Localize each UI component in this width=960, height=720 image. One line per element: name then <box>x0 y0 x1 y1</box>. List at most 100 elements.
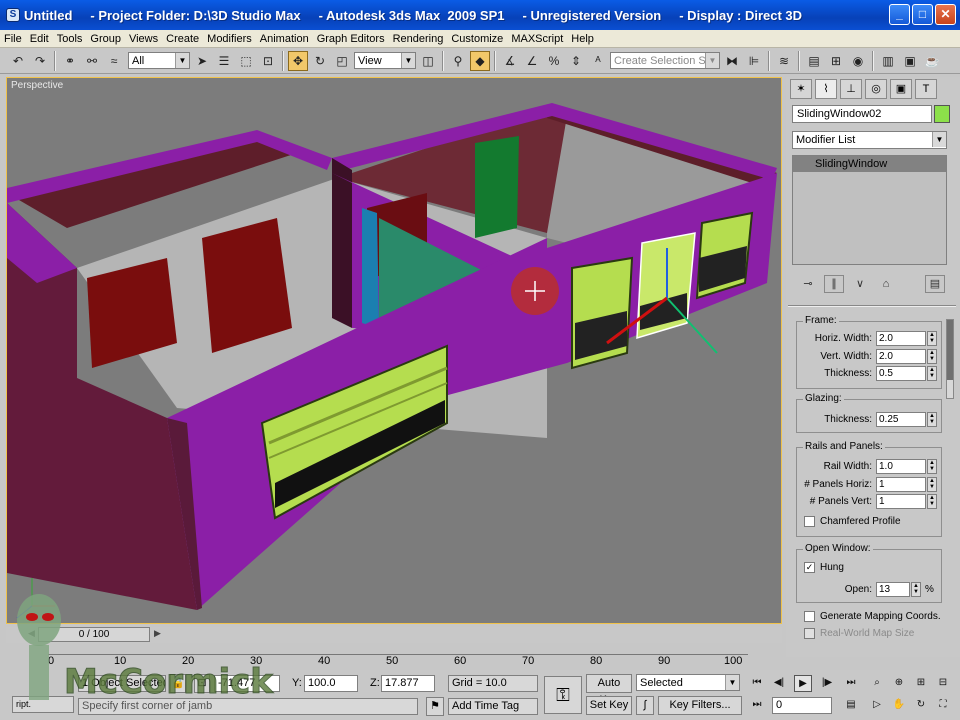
play-icon[interactable]: ▶ <box>794 675 812 692</box>
zoom-extents-icon[interactable]: ⊞ <box>912 675 930 692</box>
orbit-icon[interactable]: ↻ <box>912 697 930 714</box>
maximize-viewport-icon[interactable]: ⛶ <box>934 697 952 714</box>
key-mode-toggle-icon[interactable]: ⏭ <box>748 697 766 714</box>
gen-mapping-checkbox[interactable] <box>804 611 815 622</box>
snaps-toggle-icon[interactable]: ∡ <box>500 51 520 71</box>
app-icon[interactable]: S <box>6 8 20 22</box>
time-tag-icon[interactable]: ⚑ <box>426 697 444 716</box>
material-editor-icon[interactable]: ◉ <box>848 51 868 71</box>
pin-stack-icon[interactable]: ⊸ <box>798 275 818 293</box>
menu-tools[interactable]: Tools <box>57 33 83 45</box>
layer-manager-icon[interactable]: ≋ <box>774 51 794 71</box>
maximize-button[interactable]: □ <box>912 4 933 25</box>
absolute-mode-icon[interactable]: ⊡ <box>194 674 210 693</box>
add-time-tag[interactable]: Add Time Tag <box>448 698 538 715</box>
panel-scrollbar-thumb[interactable] <box>947 320 953 380</box>
spinner-arrows-icon[interactable]: ▲ ▼ <box>927 366 937 381</box>
modify-tab-icon[interactable]: ⌇ <box>815 79 837 99</box>
motion-tab-icon[interactable]: ◎ <box>865 79 887 99</box>
menu-help[interactable]: Help <box>571 33 594 45</box>
configure-modifier-sets-icon[interactable]: ▤ <box>925 275 945 293</box>
utilities-tab-icon[interactable]: T <box>915 79 937 99</box>
go-to-end-icon[interactable]: ⏭ <box>842 675 860 692</box>
spinner-arrows-icon[interactable]: ▲ ▼ <box>927 349 937 364</box>
go-to-start-icon[interactable]: ⏮ <box>748 675 766 692</box>
frame-thickness-spinner[interactable]: 0.5 <box>876 366 926 381</box>
lock-selection-icon[interactable]: 🔒 <box>170 674 186 693</box>
schematic-view-icon[interactable]: ⊞ <box>826 51 846 71</box>
select-and-scale-icon[interactable]: ◰ <box>332 51 352 71</box>
horiz-width-spinner[interactable]: 2.0 <box>876 331 926 346</box>
select-and-link-icon[interactable]: ⚭ <box>60 51 80 71</box>
set-key-button[interactable]: Set Key <box>586 696 632 715</box>
zoom-extents-all-icon[interactable]: ⊟ <box>934 675 952 692</box>
create-tab-icon[interactable]: ✶ <box>790 79 812 99</box>
reference-coordinate-dropdown[interactable]: View ▼ <box>354 52 416 69</box>
time-slider[interactable]: 0 / 100 <box>38 627 150 642</box>
panels-vert-spinner[interactable]: 1 <box>876 494 926 509</box>
track-bar[interactable]: 0 10 20 30 40 50 60 70 80 90 100 <box>48 654 748 668</box>
z-coordinate[interactable]: 17.877 <box>381 675 435 692</box>
hung-row[interactable]: ✓ Hung <box>804 562 844 573</box>
prev-frame-arrow-icon[interactable]: ◀ <box>28 628 35 639</box>
spinner-arrows-icon[interactable]: ▲ ▼ <box>911 582 921 597</box>
open-spinner[interactable]: 13 <box>876 582 910 597</box>
menu-edit[interactable]: Edit <box>30 33 49 45</box>
menu-modifiers[interactable]: Modifiers <box>207 33 252 45</box>
key-filters-button[interactable]: Key Filters... <box>658 696 742 715</box>
auto-key-button[interactable]: Auto Key <box>586 674 632 706</box>
maxscript-listener[interactable]: ript. <box>12 696 74 713</box>
modifier-stack[interactable]: SlidingWindow <box>792 155 947 265</box>
field-of-view-icon[interactable]: ▷ <box>868 697 886 714</box>
spinner-snap-icon[interactable]: ⇕ <box>566 51 586 71</box>
rail-width-spinner[interactable]: 1.0 <box>876 459 926 474</box>
spinner-arrows-icon[interactable]: ▲ ▼ <box>927 331 937 346</box>
glazing-thickness-spinner[interactable]: 0.25 <box>876 412 926 427</box>
spinner-arrows-icon[interactable]: ▲ ▼ <box>927 412 937 427</box>
redo-icon[interactable]: ↷ <box>30 51 50 71</box>
render-setup-icon[interactable]: ▥ <box>878 51 898 71</box>
keyboard-shortcut-override-icon[interactable]: ◆ <box>470 50 490 71</box>
make-unique-icon[interactable]: ∨ <box>850 275 870 293</box>
curve-editor-icon[interactable]: ▤ <box>804 51 824 71</box>
hung-checkbox[interactable]: ✓ <box>804 562 815 573</box>
chamfered-profile-checkbox[interactable] <box>804 516 815 527</box>
select-and-move-icon[interactable]: ✥ <box>288 50 308 71</box>
angle-snap-icon[interactable]: ∠ <box>522 51 542 71</box>
rendered-frame-window-icon[interactable]: ▣ <box>900 51 920 71</box>
menu-rendering[interactable]: Rendering <box>393 33 444 45</box>
undo-icon[interactable]: ↶ <box>8 51 28 71</box>
selection-filter-dropdown[interactable]: All ▼ <box>128 52 190 69</box>
menu-group[interactable]: Group <box>90 33 121 45</box>
gen-mapping-row[interactable]: Generate Mapping Coords. <box>804 611 941 622</box>
perspective-viewport[interactable]: Perspective <box>6 77 782 624</box>
align-icon[interactable]: ⊫ <box>744 51 764 71</box>
zoom-icon[interactable]: ⌕ <box>868 675 886 692</box>
set-key-icon[interactable]: ⚿ <box>544 676 582 714</box>
y-coordinate[interactable]: 100.0 <box>304 675 358 692</box>
menu-views[interactable]: Views <box>129 33 158 45</box>
modifier-list-dropdown[interactable]: Modifier List ▼ <box>792 131 947 149</box>
display-tab-icon[interactable]: ▣ <box>890 79 912 99</box>
next-frame-icon[interactable]: |▶ <box>818 675 836 692</box>
edit-named-selection-icon[interactable]: ᴬ <box>588 51 608 71</box>
menu-file[interactable]: File <box>4 33 22 45</box>
menu-create[interactable]: Create <box>166 33 199 45</box>
key-mode-dropdown[interactable]: Selected ▼ <box>636 674 740 691</box>
current-frame-field[interactable]: 0 <box>772 697 832 714</box>
hierarchy-tab-icon[interactable]: ⊥ <box>840 79 862 99</box>
previous-frame-icon[interactable]: ◀| <box>770 675 788 692</box>
pivot-center-icon[interactable]: ◫ <box>418 51 438 71</box>
spinner-arrows-icon[interactable]: ▲ ▼ <box>927 459 937 474</box>
menu-maxscript[interactable]: MAXScript <box>511 33 563 45</box>
viewport-label[interactable]: Perspective <box>11 80 63 91</box>
menu-customize[interactable]: Customize <box>451 33 503 45</box>
next-frame-arrow-icon[interactable]: ▶ <box>154 628 161 639</box>
percent-snap-icon[interactable]: % <box>544 51 564 71</box>
manipulate-icon[interactable]: ⚲ <box>448 51 468 71</box>
pan-view-icon[interactable]: ✋ <box>890 697 908 714</box>
show-end-result-icon[interactable]: ∥ <box>824 275 844 293</box>
stack-item[interactable]: SlidingWindow <box>793 156 946 172</box>
object-name-field[interactable]: SlidingWindow02 <box>792 105 932 123</box>
window-crossing-icon[interactable]: ⊡ <box>258 51 278 71</box>
